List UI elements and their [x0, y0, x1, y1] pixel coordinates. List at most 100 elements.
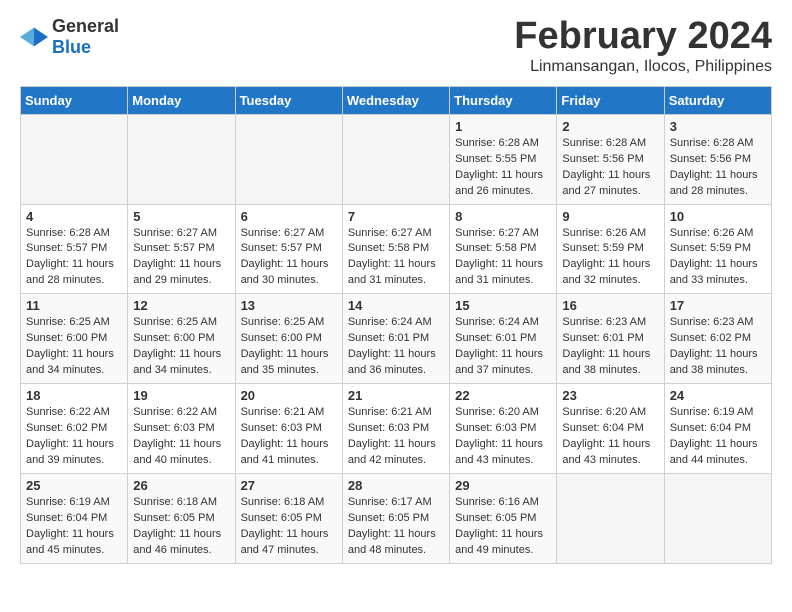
table-row [664, 473, 771, 563]
table-row: 2 Sunrise: 6:28 AMSunset: 5:56 PMDaylight… [557, 114, 664, 204]
day-number: 21 [348, 388, 444, 403]
table-row: 21Sunrise: 6:21 AMSunset: 6:03 PMDayligh… [342, 384, 449, 474]
table-row: 10Sunrise: 6:26 AMSunset: 5:59 PMDayligh… [664, 204, 771, 294]
page-title: February 2024 [514, 16, 772, 58]
day-number: 19 [133, 388, 229, 403]
day-info: Sunrise: 6:23 AMSunset: 6:02 PMDaylight:… [670, 315, 766, 379]
day-info: Sunrise: 6:21 AMSunset: 6:03 PMDaylight:… [241, 405, 337, 469]
table-row [557, 473, 664, 563]
day-info: Sunrise: 6:22 AMSunset: 6:02 PMDaylight:… [26, 405, 122, 469]
day-info: Sunrise: 6:18 AMSunset: 6:05 PMDaylight:… [241, 495, 337, 559]
table-row: 28 Sunrise: 6:17 AMSunset: 6:05 PMDayligh… [342, 473, 449, 563]
day-info: Sunrise: 6:26 AMSunset: 5:59 PMDaylight:… [562, 226, 658, 290]
day-number: 28 [348, 478, 444, 493]
table-row: 15 Sunrise: 6:24 AMSunset: 6:01 PMDayligh… [450, 294, 557, 384]
table-row: 29 Sunrise: 6:16 AMSunset: 6:05 PMDayligh… [450, 473, 557, 563]
day-number: 11 [26, 298, 122, 313]
day-number: 18 [26, 388, 122, 403]
col-tuesday: Tuesday [235, 86, 342, 114]
table-row: 12 Sunrise: 6:25 AMSunset: 6:00 PMDayligh… [128, 294, 235, 384]
table-row: 11 Sunrise: 6:25 AMSunset: 6:00 PMDayligh… [21, 294, 128, 384]
col-thursday: Thursday [450, 86, 557, 114]
day-info: Sunrise: 6:17 AMSunset: 6:05 PMDaylight:… [348, 495, 444, 559]
day-info: Sunrise: 6:16 AMSunset: 6:05 PMDaylight:… [455, 495, 551, 559]
day-info: Sunrise: 6:27 AMSunset: 5:58 PMDaylight:… [455, 226, 551, 290]
day-number: 16 [562, 298, 658, 313]
col-wednesday: Wednesday [342, 86, 449, 114]
day-info: Sunrise: 6:22 AMSunset: 6:03 PMDaylight:… [133, 405, 229, 469]
table-row: 19 Sunrise: 6:22 AMSunset: 6:03 PMDayligh… [128, 384, 235, 474]
day-info: Sunrise: 6:27 AMSunset: 5:57 PMDaylight:… [241, 226, 337, 290]
title-block: February 2024 Linmansangan, Ilocos, Phil… [514, 16, 772, 76]
week-row-2: 4 Sunrise: 6:28 AMSunset: 5:57 PMDaylight… [21, 204, 772, 294]
table-row: 23 Sunrise: 6:20 AMSunset: 6:04 PMDayligh… [557, 384, 664, 474]
day-number: 1 [455, 119, 551, 134]
table-row: 7 Sunrise: 6:27 AMSunset: 5:58 PMDaylight… [342, 204, 449, 294]
col-friday: Friday [557, 86, 664, 114]
week-row-1: 1 Sunrise: 6:28 AMSunset: 5:55 PMDaylight… [21, 114, 772, 204]
day-number: 6 [241, 209, 337, 224]
table-row: 16 Sunrise: 6:23 AMSunset: 6:01 PMDayligh… [557, 294, 664, 384]
day-info: Sunrise: 6:20 AMSunset: 6:03 PMDaylight:… [455, 405, 551, 469]
day-info: Sunrise: 6:18 AMSunset: 6:05 PMDaylight:… [133, 495, 229, 559]
day-number: 26 [133, 478, 229, 493]
day-info: Sunrise: 6:28 AMSunset: 5:55 PMDaylight:… [455, 136, 551, 200]
page-subtitle: Linmansangan, Ilocos, Philippines [514, 58, 772, 76]
col-sunday: Sunday [21, 86, 128, 114]
week-row-3: 11 Sunrise: 6:25 AMSunset: 6:00 PMDayligh… [21, 294, 772, 384]
week-row-4: 18 Sunrise: 6:22 AMSunset: 6:02 PMDayligh… [21, 384, 772, 474]
table-row: 1 Sunrise: 6:28 AMSunset: 5:55 PMDaylight… [450, 114, 557, 204]
day-number: 23 [562, 388, 658, 403]
logo-text: General Blue [52, 16, 119, 58]
logo: General Blue [20, 16, 119, 58]
table-row: 25 Sunrise: 6:19 AMSunset: 6:04 PMDayligh… [21, 473, 128, 563]
day-number: 7 [348, 209, 444, 224]
day-number: 25 [26, 478, 122, 493]
table-row: 24Sunrise: 6:19 AMSunset: 6:04 PMDayligh… [664, 384, 771, 474]
day-info: Sunrise: 6:25 AMSunset: 6:00 PMDaylight:… [26, 315, 122, 379]
day-info: Sunrise: 6:28 AMSunset: 5:57 PMDaylight:… [26, 226, 122, 290]
day-number: 22 [455, 388, 551, 403]
day-number: 3 [670, 119, 766, 134]
week-row-5: 25 Sunrise: 6:19 AMSunset: 6:04 PMDayligh… [21, 473, 772, 563]
day-info: Sunrise: 6:20 AMSunset: 6:04 PMDaylight:… [562, 405, 658, 469]
table-row: 20 Sunrise: 6:21 AMSunset: 6:03 PMDayligh… [235, 384, 342, 474]
table-row: 14Sunrise: 6:24 AMSunset: 6:01 PMDayligh… [342, 294, 449, 384]
day-info: Sunrise: 6:28 AMSunset: 5:56 PMDaylight:… [670, 136, 766, 200]
col-saturday: Saturday [664, 86, 771, 114]
day-info: Sunrise: 6:27 AMSunset: 5:58 PMDaylight:… [348, 226, 444, 290]
day-info: Sunrise: 6:24 AMSunset: 6:01 PMDaylight:… [455, 315, 551, 379]
day-info: Sunrise: 6:23 AMSunset: 6:01 PMDaylight:… [562, 315, 658, 379]
table-row [235, 114, 342, 204]
day-info: Sunrise: 6:24 AMSunset: 6:01 PMDaylight:… [348, 315, 444, 379]
col-monday: Monday [128, 86, 235, 114]
day-number: 15 [455, 298, 551, 313]
day-number: 29 [455, 478, 551, 493]
table-row: 4 Sunrise: 6:28 AMSunset: 5:57 PMDaylight… [21, 204, 128, 294]
day-number: 13 [241, 298, 337, 313]
day-info: Sunrise: 6:25 AMSunset: 6:00 PMDaylight:… [133, 315, 229, 379]
day-number: 8 [455, 209, 551, 224]
day-number: 5 [133, 209, 229, 224]
table-row [21, 114, 128, 204]
day-number: 2 [562, 119, 658, 134]
day-info: Sunrise: 6:28 AMSunset: 5:56 PMDaylight:… [562, 136, 658, 200]
table-row: 5 Sunrise: 6:27 AMSunset: 5:57 PMDaylight… [128, 204, 235, 294]
table-row: 6 Sunrise: 6:27 AMSunset: 5:57 PMDaylight… [235, 204, 342, 294]
table-row [342, 114, 449, 204]
table-row: 26 Sunrise: 6:18 AMSunset: 6:05 PMDayligh… [128, 473, 235, 563]
day-info: Sunrise: 6:19 AMSunset: 6:04 PMDaylight:… [670, 405, 766, 469]
logo-blue: Blue [52, 37, 91, 57]
table-row: 22 Sunrise: 6:20 AMSunset: 6:03 PMDayligh… [450, 384, 557, 474]
day-number: 27 [241, 478, 337, 493]
day-info: Sunrise: 6:27 AMSunset: 5:57 PMDaylight:… [133, 226, 229, 290]
day-number: 10 [670, 209, 766, 224]
day-number: 20 [241, 388, 337, 403]
day-number: 4 [26, 209, 122, 224]
table-row: 17Sunrise: 6:23 AMSunset: 6:02 PMDayligh… [664, 294, 771, 384]
day-number: 9 [562, 209, 658, 224]
day-info: Sunrise: 6:19 AMSunset: 6:04 PMDaylight:… [26, 495, 122, 559]
day-number: 12 [133, 298, 229, 313]
calendar-header-row: Sunday Monday Tuesday Wednesday Thursday… [21, 86, 772, 114]
calendar-table: Sunday Monday Tuesday Wednesday Thursday… [20, 86, 772, 564]
